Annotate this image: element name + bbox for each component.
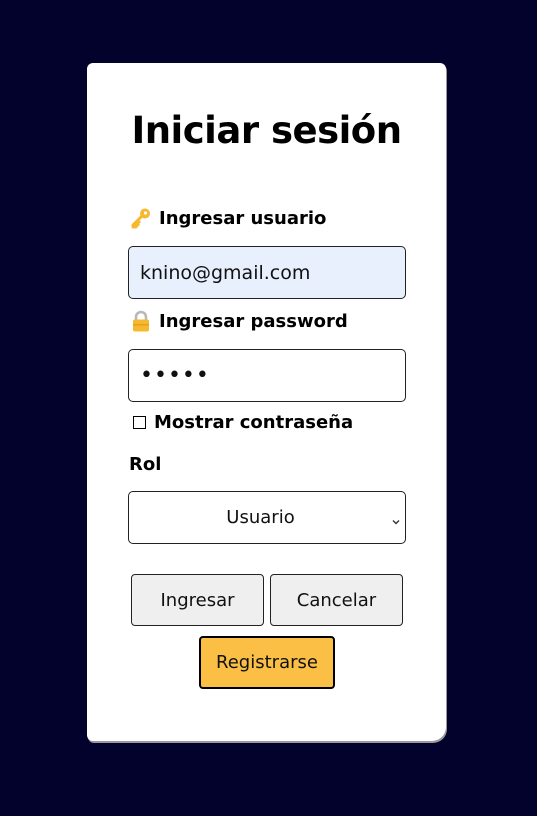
show-password-checkbox[interactable] xyxy=(133,416,146,429)
role-selected-value: Usuario xyxy=(226,507,295,528)
username-input[interactable] xyxy=(128,246,406,299)
login-card: Iniciar sesión Ingresar usuario Ingresar… xyxy=(87,63,446,741)
register-button[interactable]: Registrarse xyxy=(199,636,335,689)
show-password-label: Mostrar contraseña xyxy=(154,412,354,433)
username-label-row: Ingresar usuario xyxy=(130,207,326,229)
show-password-row[interactable]: Mostrar contraseña xyxy=(133,412,353,433)
role-label: Rol xyxy=(129,454,161,475)
lock-icon xyxy=(130,310,152,332)
page-title: Iniciar sesión xyxy=(131,109,402,152)
login-button[interactable]: Ingresar xyxy=(131,574,264,626)
password-input[interactable] xyxy=(128,349,406,402)
role-label-text: Rol xyxy=(129,454,162,475)
chevron-down-icon xyxy=(391,512,401,525)
key-icon xyxy=(130,207,152,229)
password-label: Ingresar password xyxy=(159,310,348,332)
cancel-button[interactable]: Cancelar xyxy=(270,574,403,626)
username-label: Ingresar usuario xyxy=(159,207,327,229)
password-label-row: Ingresar password xyxy=(130,310,348,332)
role-select[interactable]: Usuario xyxy=(128,491,406,544)
